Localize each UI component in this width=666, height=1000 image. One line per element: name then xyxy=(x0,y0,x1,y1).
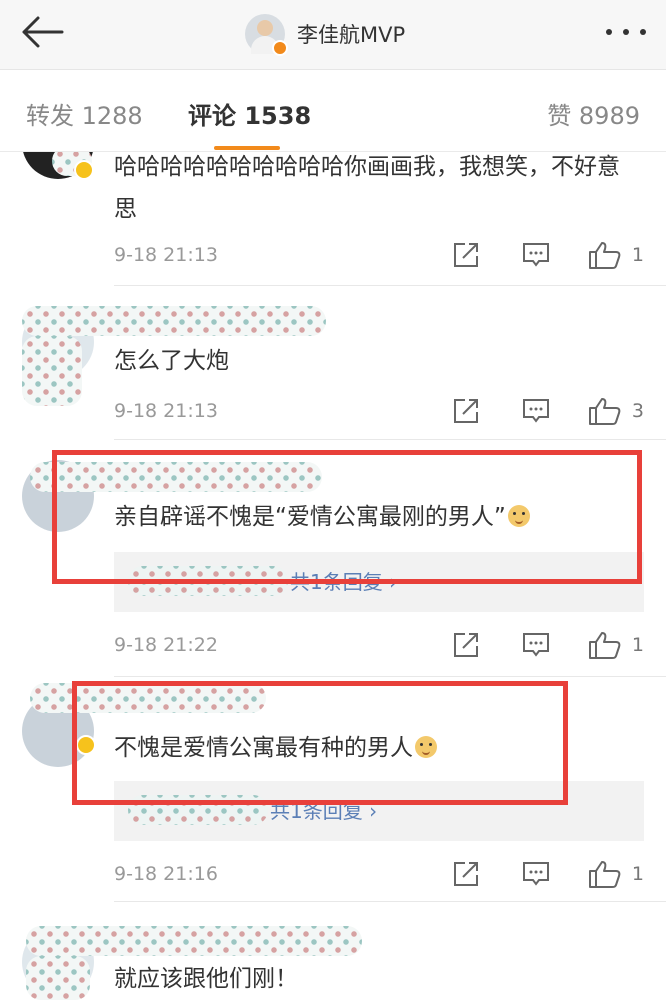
comment-time: 9-18 21:22 xyxy=(114,634,218,656)
top-bar: 李佳航MVP xyxy=(0,0,666,70)
divider xyxy=(114,285,666,286)
share-icon[interactable] xyxy=(451,630,481,660)
like-icon[interactable] xyxy=(588,240,622,270)
comment-text: 怎么了大炮 xyxy=(114,348,229,374)
like-count: 1 xyxy=(631,634,644,656)
back-arrow-icon[interactable] xyxy=(18,12,66,52)
share-icon[interactable] xyxy=(451,396,481,426)
more-dots-icon[interactable] xyxy=(606,20,646,44)
tab-likes[interactable]: 赞 8989 xyxy=(547,96,640,131)
active-tab-indicator xyxy=(214,146,280,150)
comment-icon[interactable] xyxy=(521,396,551,426)
like-icon[interactable] xyxy=(588,630,622,660)
divider xyxy=(114,901,666,902)
comment-meta: 9-18 21:13 3 xyxy=(114,396,644,428)
share-icon[interactable] xyxy=(451,859,481,889)
like-count: 3 xyxy=(631,400,644,422)
comment-meta: 9-18 21:13 1 xyxy=(114,240,644,272)
highlight-box xyxy=(72,681,568,805)
header-title-group[interactable]: 李佳航MVP xyxy=(245,12,405,56)
comment-meta: 9-18 21:22 1 xyxy=(114,630,644,662)
tab-comments[interactable]: 评论 1538 xyxy=(188,96,311,131)
avatar-redaction xyxy=(22,336,82,406)
comment-time: 9-18 21:16 xyxy=(114,863,218,885)
like-count: 1 xyxy=(631,244,644,266)
avatar[interactable] xyxy=(245,14,288,56)
like-count: 1 xyxy=(631,863,644,885)
avatar-redaction xyxy=(26,956,90,1000)
username-redacted xyxy=(26,926,362,956)
comment-icon[interactable] xyxy=(521,240,551,270)
comment-meta: 9-18 21:16 1 xyxy=(114,859,644,891)
like-icon[interactable] xyxy=(588,396,622,426)
tab-bar: 转发 1288 评论 1538 赞 8989 xyxy=(0,70,666,152)
comment-text: 哈哈哈哈哈哈哈哈哈哈你画画我，我想笑，不好意思 xyxy=(114,154,620,222)
username-redacted xyxy=(22,306,326,336)
divider xyxy=(114,439,666,440)
divider xyxy=(114,676,666,677)
verified-badge-icon xyxy=(74,160,94,180)
tab-reposts[interactable]: 转发 1288 xyxy=(26,96,143,131)
comment-time: 9-18 21:13 xyxy=(114,244,218,266)
comment-text: 就应该跟他们刚！ xyxy=(114,966,298,992)
page-title: 李佳航MVP xyxy=(297,23,406,47)
highlight-box xyxy=(52,450,642,584)
comment-feed[interactable]: 哈哈哈哈哈哈哈哈哈哈你画画我，我想笑，不好意思 9-18 21:13 1 怎么了… xyxy=(0,152,666,1000)
share-icon[interactable] xyxy=(451,240,481,270)
comment-icon[interactable] xyxy=(521,630,551,660)
like-icon[interactable] xyxy=(588,859,622,889)
verified-badge-icon xyxy=(272,40,288,56)
comment-time: 9-18 21:13 xyxy=(114,400,218,422)
comment-icon[interactable] xyxy=(521,859,551,889)
